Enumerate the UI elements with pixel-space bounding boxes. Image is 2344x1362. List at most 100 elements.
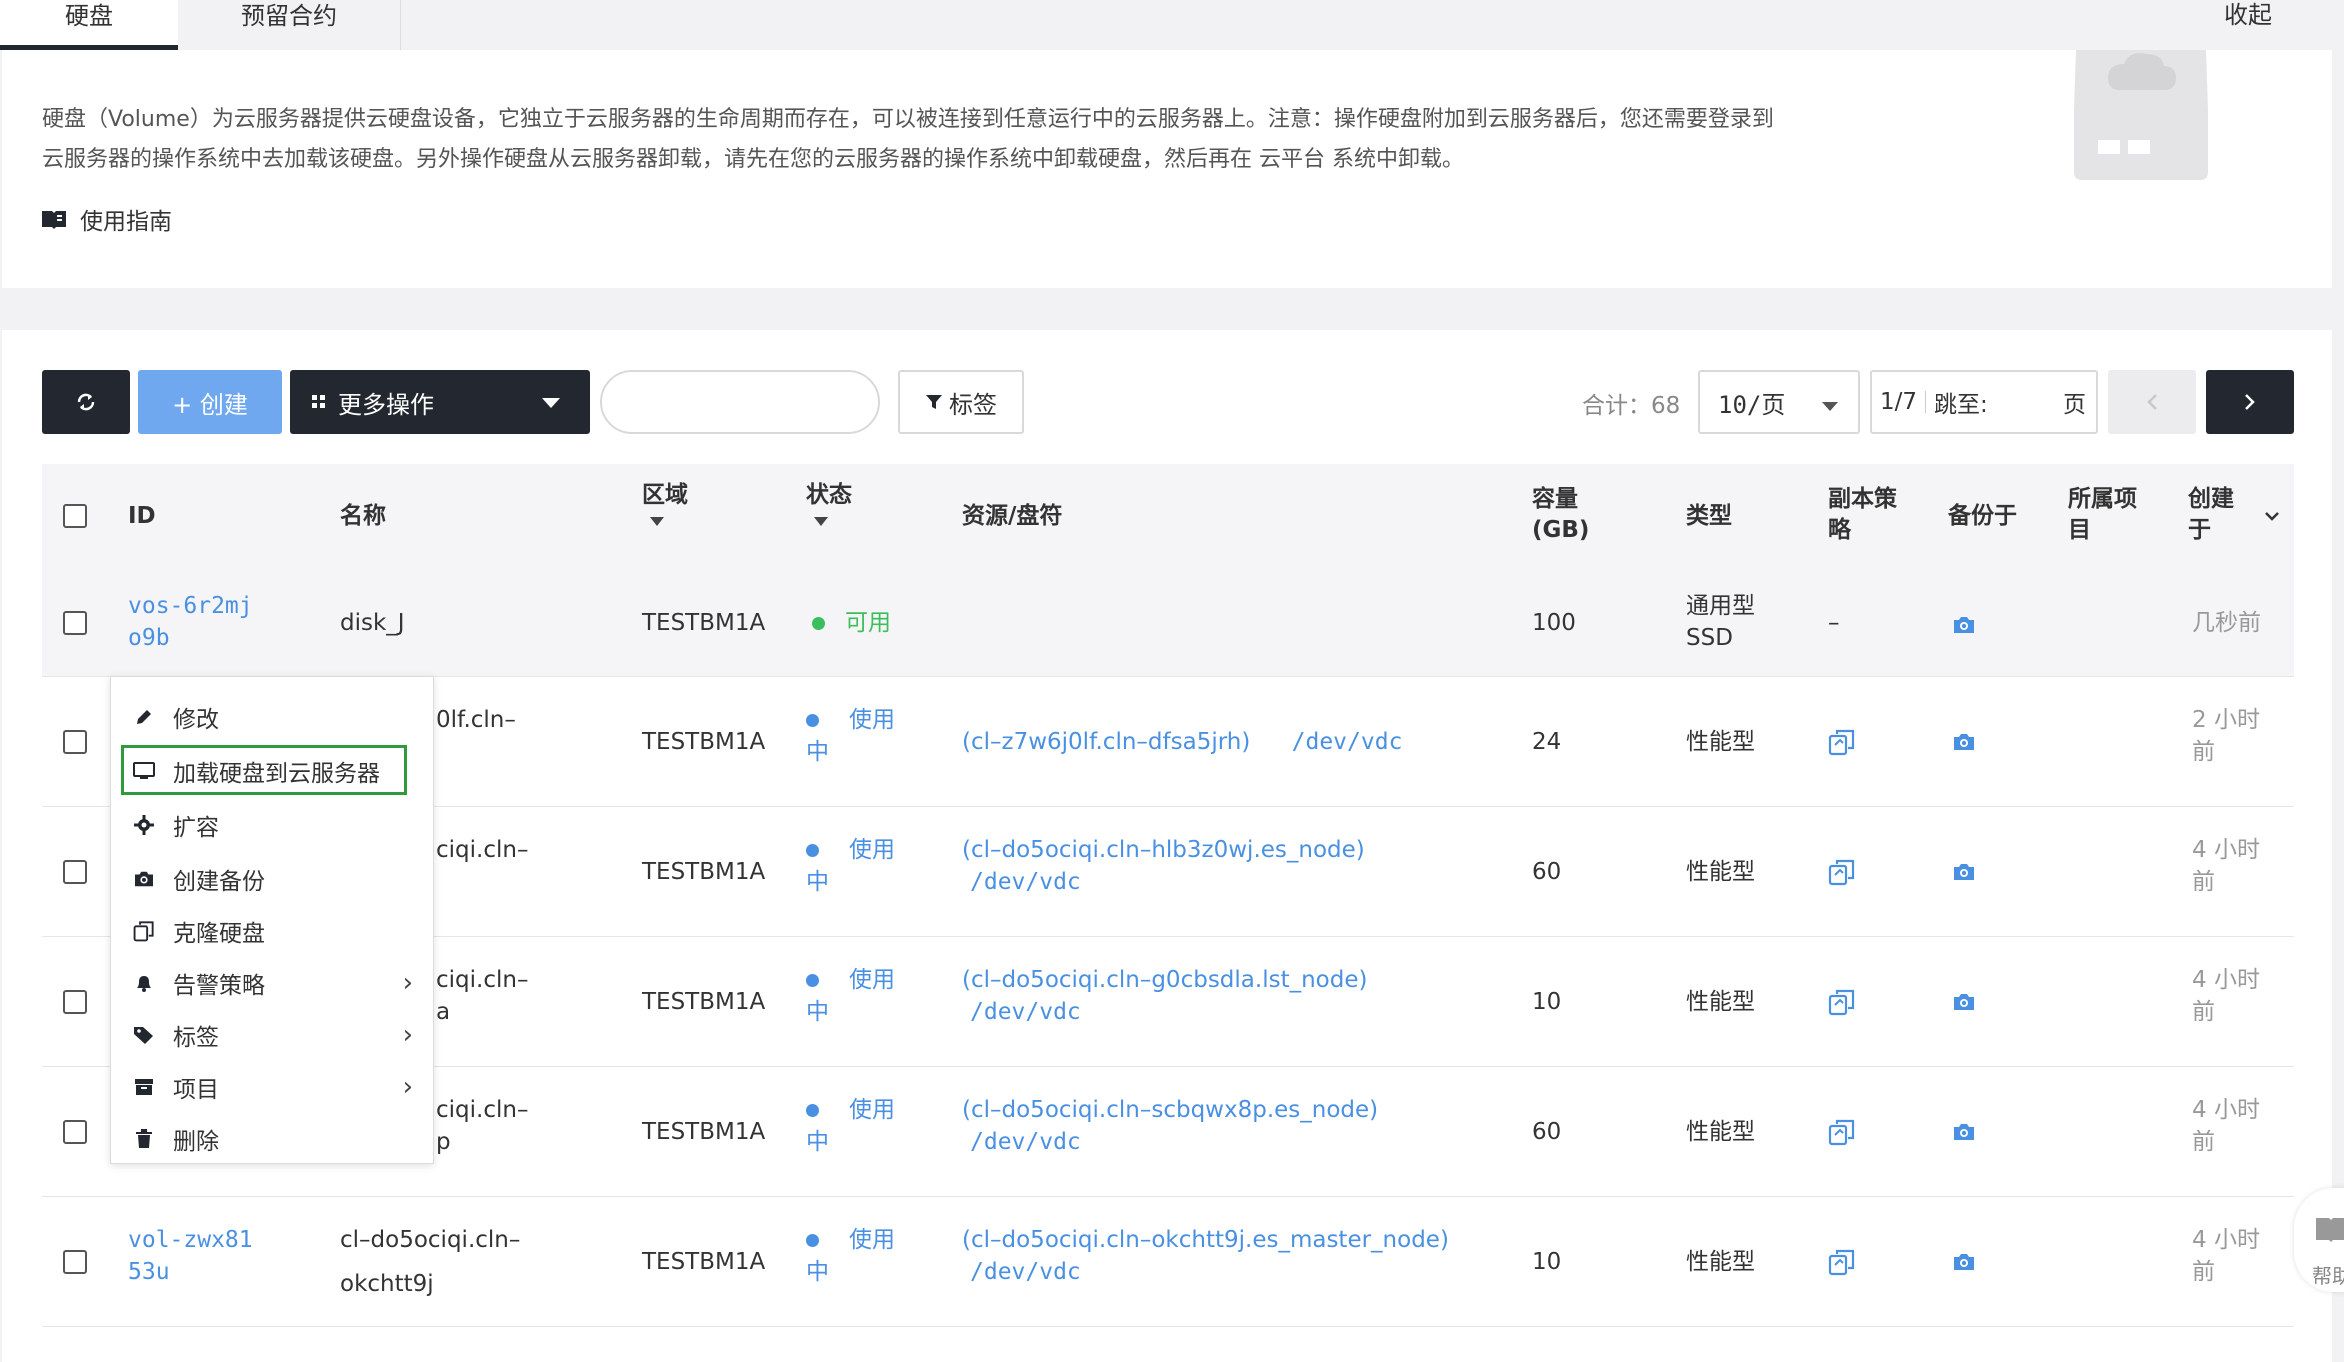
prev-page-button[interactable] (2108, 370, 2196, 434)
volume-name-line2: p (436, 1129, 451, 1155)
chevron-down-icon (542, 398, 560, 408)
created-time-line2: 前 (2192, 739, 2215, 765)
menu-item-expand[interactable]: 扩容 (111, 799, 433, 851)
created-time: 4 小时 前 (2192, 964, 2260, 1028)
col-replica: 副本策 略 (1828, 484, 1897, 546)
clone-icon[interactable] (1828, 858, 1856, 886)
volume-id-link[interactable]: vol-zwx81 53u (128, 1224, 253, 1288)
status-badge: 使用 中 (806, 1224, 895, 1288)
tag-filter-button[interactable]: 标签 (898, 370, 1024, 434)
resource-link[interactable]: (cl–do5ociqi.cln–okchtt9j.es_master_node… (962, 1224, 1449, 1288)
camera-icon[interactable] (1952, 1252, 1976, 1272)
camera-icon[interactable] (1952, 615, 1976, 635)
camera-icon (133, 868, 155, 890)
created-time-line1: 2 小时 (2192, 707, 2260, 733)
more-actions-dropdown[interactable]: 更多操作 (290, 370, 590, 434)
row-checkbox[interactable] (63, 990, 87, 1014)
volume-type: 性能型 (1686, 729, 1755, 755)
volume-name-line2: okchtt9j (340, 1271, 434, 1297)
camera-icon[interactable] (1952, 732, 1976, 752)
help-widget[interactable]: 帮助 (2294, 1188, 2344, 1292)
volume-capacity: 24 (1532, 729, 1562, 755)
page-size-select[interactable]: 10/页 (1698, 370, 1860, 434)
volume-region: TESTBM1A (642, 989, 766, 1015)
row-checkbox[interactable] (63, 1120, 87, 1144)
page-jump[interactable]: 1/7 跳至: 页 (1870, 370, 2098, 434)
menu-item-attach-to-server[interactable]: 加载硬盘到云服务器 (111, 745, 433, 797)
menu-item-delete[interactable]: 删除 (111, 1113, 433, 1165)
next-page-button[interactable] (2206, 370, 2294, 434)
tab-reserved-contracts[interactable]: 预留合约 (178, 0, 401, 50)
camera-icon[interactable] (1952, 862, 1976, 882)
menu-item-tags[interactable]: 标签 › (111, 1009, 433, 1061)
search-input[interactable] (600, 370, 880, 434)
col-status[interactable]: 状态 (806, 480, 852, 526)
resource-link[interactable]: (cl–do5ociqi.cln–hlb3z0wj.es_node) /dev/… (962, 834, 1365, 898)
clone-icon[interactable] (1828, 1118, 1856, 1146)
created-time-line1: 4 小时 (2192, 967, 2260, 993)
sort-caret-icon (650, 517, 664, 526)
resource-link[interactable]: (cl–z7w6j0lf.cln–dfsa5jrh) /dev/vdc (962, 726, 1402, 758)
collapse-button[interactable]: 收起 (2224, 0, 2272, 30)
row-checkbox[interactable] (63, 611, 87, 635)
camera-icon[interactable] (1952, 1122, 1976, 1142)
intro-panel: 硬盘（Volume）为云服务器提供云硬盘设备，它独立于云服务器的生命周期而存在，… (2, 50, 2332, 288)
resource-name: (cl–z7w6j0lf.cln–dfsa5jrh) (962, 729, 1251, 755)
menu-item-create-backup[interactable]: 创建备份 (111, 853, 433, 905)
menu-item-label: 告警策略 (173, 973, 265, 999)
clone-icon[interactable] (1828, 728, 1856, 756)
resource-link[interactable]: (cl–do5ociqi.cln–scbqwx8p.es_node) /dev/… (962, 1094, 1378, 1158)
table-row[interactable]: vol-zwx81 53u cl–do5ociqi.cln– okchtt9j … (42, 1196, 2294, 1327)
volume-name-line2: a (436, 999, 451, 1025)
status-dot (806, 714, 819, 727)
col-region[interactable]: 区域 (642, 480, 688, 526)
row-checkbox[interactable] (63, 860, 87, 884)
created-time-line2: 前 (2192, 1129, 2215, 1155)
status-label-line2: 中 (806, 739, 829, 765)
row-checkbox[interactable] (63, 1250, 87, 1274)
user-guide-link[interactable]: 使用指南 (42, 202, 172, 236)
chevron-right-icon: › (402, 968, 413, 998)
intro-line-2: 云服务器的操作系统中去加载该硬盘。另外操作硬盘从云服务器卸载，请先在您的云服务器… (42, 147, 1464, 172)
volume-id-line2: o9b (128, 625, 170, 651)
status-badge: 使用 中 (806, 1094, 895, 1158)
created-time-line2: 前 (2192, 1259, 2215, 1285)
user-guide-label: 使用指南 (80, 209, 172, 235)
resource-link[interactable]: (cl–do5ociqi.cln–g0cbsdla.lst_node) /dev… (962, 964, 1367, 1028)
menu-item-project[interactable]: 项目 › (111, 1061, 433, 1113)
created-time: 4 小时 前 (2192, 834, 2260, 898)
clone-icon[interactable] (1828, 1248, 1856, 1276)
refresh-icon (77, 393, 95, 411)
camera-icon[interactable] (1952, 992, 1976, 1012)
status-label: 可用 (845, 610, 891, 636)
gear-icon (133, 814, 155, 836)
replica-policy: – (1828, 610, 1840, 636)
volume-type-line2: SSD (1686, 625, 1733, 651)
status-badge: 可用 (812, 607, 891, 639)
create-button[interactable]: + 创建 (138, 370, 282, 434)
pencil-icon (133, 706, 155, 728)
volume-type: 性能型 (1686, 859, 1755, 885)
status-dot (806, 1104, 819, 1117)
refresh-button[interactable] (42, 370, 130, 434)
menu-item-alarm-policy[interactable]: 告警策略 › (111, 957, 433, 1009)
select-all-checkbox[interactable] (63, 504, 87, 528)
col-project-l2: 目 (2068, 517, 2091, 543)
menu-item-edit[interactable]: 修改 (111, 691, 433, 743)
col-project-l1: 所属项 (2068, 486, 2137, 512)
table-row[interactable]: vos-6r2mj o9b disk_J TESTBM1A 可用 100 通用型… (42, 570, 2294, 677)
resource-name: (cl–do5ociqi.cln–scbqwx8p.es_node) (962, 1097, 1379, 1123)
tab-volumes[interactable]: 硬盘 (0, 0, 178, 50)
volume-type: 通用型 SSD (1686, 590, 1755, 654)
row-checkbox[interactable] (63, 730, 87, 754)
menu-item-clone[interactable]: 克隆硬盘 (111, 905, 433, 957)
created-time-line1: 4 小时 (2192, 1227, 2260, 1253)
volume-type-line1: 通用型 (1686, 593, 1755, 619)
clone-icon[interactable] (1828, 988, 1856, 1016)
volume-type: 性能型 (1686, 1249, 1755, 1275)
volume-name: 0lf.cln– (436, 704, 516, 736)
col-id: ID (128, 503, 156, 529)
help-label: 帮助 (2312, 1264, 2344, 1288)
chevron-down-icon[interactable] (2264, 510, 2280, 522)
volume-id-link[interactable]: vos-6r2mj o9b (128, 590, 253, 654)
